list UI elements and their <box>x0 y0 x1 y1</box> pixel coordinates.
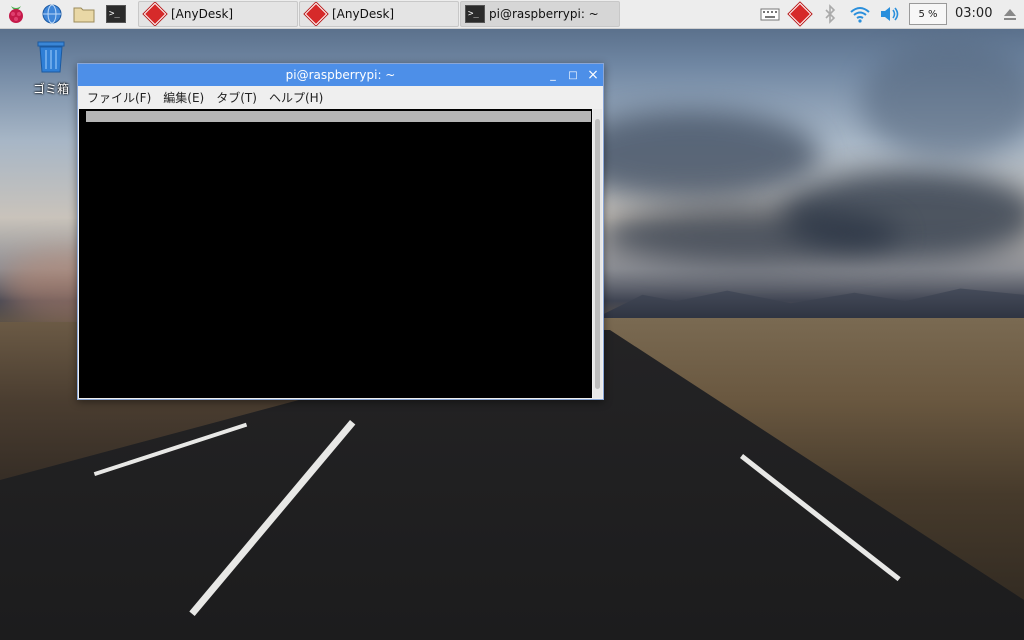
terminal-menubar: ファイル(F) 編集(E) タブ(T) ヘルプ(H) <box>78 86 603 108</box>
terminal-icon: >_ <box>106 5 126 23</box>
task-label: pi@raspberrypi: ~ <box>489 7 599 21</box>
browser-launcher[interactable] <box>40 2 64 26</box>
wifi-tray[interactable] <box>848 2 872 26</box>
close-icon: × <box>587 67 599 83</box>
menu-file[interactable]: ファイル(F) <box>84 87 154 108</box>
task-anydesk-1[interactable]: [AnyDesk] <box>138 1 298 27</box>
terminal-title: pi@raspberrypi: ~ <box>285 68 396 82</box>
wifi-icon <box>850 7 870 23</box>
eject-icon <box>1004 9 1016 20</box>
maximize-button[interactable]: □ <box>565 67 581 83</box>
trash-desktop-icon[interactable]: ゴミ箱 <box>27 40 75 97</box>
eject-tray[interactable] <box>998 2 1022 26</box>
cpu-usage-monitor[interactable]: 5 % <box>909 3 947 25</box>
anydesk-icon <box>304 2 328 26</box>
bluetooth-tray[interactable] <box>818 2 842 26</box>
terminal-titlebar[interactable]: pi@raspberrypi: ~ _ □ × <box>78 64 603 86</box>
clock[interactable]: 03:00 <box>955 6 992 21</box>
task-anydesk-2[interactable]: [AnyDesk] <box>299 1 459 27</box>
raspberry-icon <box>9 6 23 23</box>
globe-icon <box>42 4 62 24</box>
anydesk-icon <box>788 2 812 26</box>
raspberry-menu-button[interactable] <box>4 2 28 26</box>
close-button[interactable]: × <box>585 67 601 83</box>
task-terminal[interactable]: >_ pi@raspberrypi: ~ <box>460 1 620 27</box>
keyboard-tray[interactable] <box>758 2 782 26</box>
terminal-window[interactable]: pi@raspberrypi: ~ _ □ × ファイル(F) 編集(E) タブ… <box>77 63 604 400</box>
cpu-usage-value: 5 % <box>918 8 938 20</box>
menu-tabs[interactable]: タブ(T) <box>213 87 260 108</box>
folder-icon <box>73 7 95 23</box>
speaker-icon <box>881 7 899 21</box>
taskbar: >_ [AnyDesk] [AnyDesk] >_ pi@raspberrypi… <box>0 0 1024 29</box>
task-label: [AnyDesk] <box>171 7 234 21</box>
menu-edit[interactable]: 編集(E) <box>160 87 207 108</box>
keyboard-icon <box>760 8 780 21</box>
wallpaper-mountains <box>600 288 1024 320</box>
terminal-scrollbar[interactable] <box>593 109 602 398</box>
volume-tray[interactable] <box>878 2 902 26</box>
menu-help[interactable]: ヘルプ(H) <box>266 87 326 108</box>
desktop: ゴミ箱 pi@raspberrypi: ~ _ □ × ファイル(F) 編集(E… <box>0 0 1024 640</box>
task-label: [AnyDesk] <box>332 7 395 21</box>
terminal-screen[interactable] <box>79 109 592 398</box>
scrollbar-thumb[interactable] <box>595 119 600 389</box>
trash-icon <box>37 41 65 73</box>
terminal-cursor-line <box>86 111 591 122</box>
anydesk-tray[interactable] <box>788 2 812 26</box>
wallpaper-cloud <box>600 205 900 265</box>
maximize-icon: □ <box>568 69 578 81</box>
trash-label: ゴミ箱 <box>32 82 69 96</box>
terminal-icon: >_ <box>465 5 485 23</box>
anydesk-icon <box>143 2 167 26</box>
minimize-icon: _ <box>550 68 556 81</box>
minimize-button[interactable]: _ <box>545 67 561 83</box>
wallpaper-cloud <box>860 40 1024 160</box>
bluetooth-icon <box>825 4 836 24</box>
terminal-launcher[interactable]: >_ <box>104 2 128 26</box>
file-manager-launcher[interactable] <box>72 2 96 26</box>
